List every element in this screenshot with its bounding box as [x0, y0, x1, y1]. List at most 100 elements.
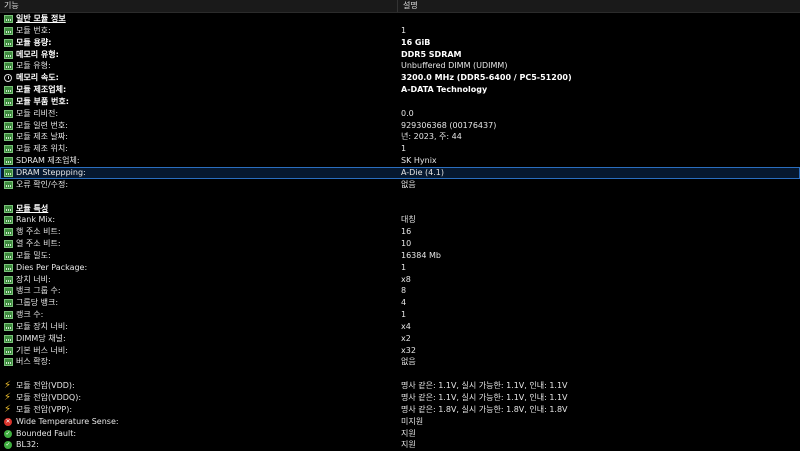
- property-value: 명사 같은: 1.1V, 실시 가능한: 1.1V, 인내: 1.1V: [401, 393, 568, 402]
- memory-module-icon: [4, 121, 13, 130]
- property-label: 장치 너비:: [16, 274, 51, 284]
- column-header-feature[interactable]: 기능: [4, 0, 19, 12]
- property-label: 모듈 용량:: [16, 37, 52, 47]
- supported-check-icon: ✓: [4, 441, 12, 450]
- property-row[interactable]: ⚡ 모듈 전압(VDDQ): 명사 같은: 1.1V, 실시 가능한: 1.1V, …: [0, 392, 800, 404]
- memory-module-icon: [4, 311, 13, 320]
- property-row[interactable]: ⚡ 모듈 전압(VPP): 명사 같은: 1.8V, 실시 가능한: 1.8V, 인…: [0, 404, 800, 416]
- property-value: 명사 같은: 1.1V, 실시 가능한: 1.1V, 인내: 1.1V: [401, 381, 568, 391]
- property-label: 모듈 전압(VPP):: [16, 404, 73, 414]
- property-label: 모듈 특성: [16, 203, 49, 213]
- property-value: 8: [401, 286, 407, 296]
- spacer-row: [0, 191, 800, 203]
- property-value: 16384 Mb: [401, 250, 441, 260]
- property-row[interactable]: ⚡ 모듈 전압(VDD): 명사 같은: 1.1V, 실시 가능한: 1.1V, 인…: [0, 380, 800, 392]
- property-row[interactable]: 모듈 제조 위치: 1: [0, 143, 800, 155]
- memory-module-icon: [4, 168, 13, 177]
- property-row[interactable]: 행 주소 비트: 16: [0, 226, 800, 238]
- property-value: 년: 2023, 주: 44: [401, 132, 462, 142]
- property-label: 그룹당 뱅크:: [16, 298, 59, 308]
- property-list: 일반 모듈 정보모듈 번호: 1 모듈 용량: 16 GiB 메모리 유형: DDR5 S…: [0, 13, 800, 451]
- property-row[interactable]: Rank Mix: 대칭: [0, 214, 800, 226]
- property-value: SK Hynix: [401, 156, 437, 166]
- memory-module-icon: [4, 322, 13, 331]
- memory-module-icon: [4, 346, 13, 355]
- property-row[interactable]: 기본 버스 너비: x32: [0, 345, 800, 357]
- property-row[interactable]: DIMM당 채널: x2: [0, 333, 800, 345]
- property-row[interactable]: 모듈 용량: 16 GiB: [0, 37, 800, 49]
- property-label: Dies Per Package:: [16, 262, 88, 272]
- property-row[interactable]: 오류 확인/수정: 없음: [0, 179, 800, 191]
- column-divider[interactable]: [397, 0, 398, 12]
- property-row[interactable]: Dies Per Package: 1: [0, 262, 800, 274]
- property-value: 16: [401, 227, 412, 237]
- property-label: 모듈 제조 날짜:: [16, 132, 68, 142]
- property-row[interactable]: 메모리 유형: DDR5 SDRAM: [0, 49, 800, 61]
- property-row[interactable]: 모듈 제조 날짜: 년: 2023, 주: 44: [0, 131, 800, 143]
- property-label: 일반 모듈 정보: [16, 14, 66, 23]
- property-row[interactable]: ✓ Bounded Fault: 지원: [0, 428, 800, 440]
- memory-module-icon: [4, 157, 13, 166]
- property-row[interactable]: 모듈 리비전: 0.0: [0, 108, 800, 120]
- property-value: Unbuffered DIMM (UDIMM): [401, 61, 508, 71]
- property-row[interactable]: ✓ BL32: 지원: [0, 439, 800, 451]
- property-value: 지원: [401, 440, 416, 450]
- property-row[interactable]: 모듈 번호: 1: [0, 25, 800, 37]
- property-row[interactable]: SDRAM 제조업체: SK Hynix: [0, 155, 800, 167]
- property-row[interactable]: 그룹당 뱅크: 4: [0, 297, 800, 309]
- memory-module-icon: [4, 216, 13, 225]
- property-row[interactable]: ✕ Wide Temperature Sense: 미지원: [0, 416, 800, 428]
- memory-module-icon: [4, 62, 13, 71]
- property-row[interactable]: 랭크 수: 1: [0, 309, 800, 321]
- memory-module-icon: [4, 38, 13, 47]
- property-value: 없음: [401, 179, 416, 189]
- section-header-row[interactable]: 일반 모듈 정보: [0, 13, 800, 25]
- property-value: 미지원: [401, 416, 424, 426]
- property-row[interactable]: 메모리 속도: 3200.0 MHz (DDR5-6400 / PC5-51200…: [0, 72, 800, 84]
- property-row[interactable]: 모듈 일련 번호: 929306368 (00176437): [0, 120, 800, 132]
- property-value: A-DATA Technology: [401, 85, 488, 95]
- property-row[interactable]: 모듈 장치 너비: x4: [0, 321, 800, 333]
- property-label: 뱅크 그룹 수:: [16, 286, 61, 296]
- property-row[interactable]: 버스 확장: 없음: [0, 356, 800, 368]
- property-value: 16 GiB: [401, 37, 431, 47]
- memory-module-icon: [4, 334, 13, 343]
- property-label: 모듈 리비전:: [16, 108, 59, 118]
- column-header-description[interactable]: 설명: [403, 0, 418, 12]
- property-row[interactable]: 모듈 제조업체: A-DATA Technology: [0, 84, 800, 96]
- lightning-bolt-icon: ⚡: [4, 380, 12, 392]
- spacer-row: [0, 368, 800, 380]
- property-row[interactable]: 장치 너비: x8: [0, 274, 800, 286]
- property-value: 1: [401, 144, 407, 154]
- memory-module-icon: [4, 287, 13, 296]
- unsupported-x-icon: ✕: [4, 417, 12, 426]
- property-value: 없음: [401, 357, 416, 367]
- property-value: A-Die (4.1): [401, 167, 444, 177]
- property-row[interactable]: 모듈 부품 번호:: [0, 96, 800, 108]
- memory-module-icon: [4, 97, 13, 106]
- property-label: SDRAM 제조업체:: [16, 156, 80, 166]
- section-header-row[interactable]: 모듈 특성: [0, 203, 800, 215]
- property-label: DIMM당 채널:: [16, 333, 66, 343]
- property-row[interactable]: DRAM Steppping: A-Die (4.1): [0, 166, 800, 179]
- memory-module-icon: [4, 240, 13, 249]
- property-label: 열 주소 비트:: [16, 239, 61, 249]
- property-row[interactable]: 모듈 밀도: 16384 Mb: [0, 250, 800, 262]
- property-value: 1: [401, 25, 407, 35]
- property-label: DRAM Steppping:: [16, 167, 86, 177]
- property-label: 모듈 부품 번호:: [16, 96, 69, 106]
- property-label: 모듈 일련 번호:: [16, 120, 68, 130]
- property-row[interactable]: 열 주소 비트: 10: [0, 238, 800, 250]
- property-row[interactable]: 모듈 유형: Unbuffered DIMM (UDIMM): [0, 60, 800, 72]
- property-label: 기본 버스 너비:: [16, 345, 68, 355]
- property-label: 모듈 제조업체:: [16, 85, 67, 95]
- property-label: 버스 확장:: [16, 357, 51, 367]
- property-label: 메모리 속도:: [16, 73, 59, 83]
- property-label: Wide Temperature Sense:: [16, 416, 119, 426]
- property-label: 모듈 제조 위치:: [16, 144, 68, 154]
- property-label: 오류 확인/수정:: [16, 179, 69, 189]
- property-row[interactable]: 뱅크 그룹 수: 8: [0, 285, 800, 297]
- property-value: 지원: [401, 428, 416, 438]
- memory-module-icon: [4, 133, 13, 142]
- property-value: x32: [401, 345, 416, 355]
